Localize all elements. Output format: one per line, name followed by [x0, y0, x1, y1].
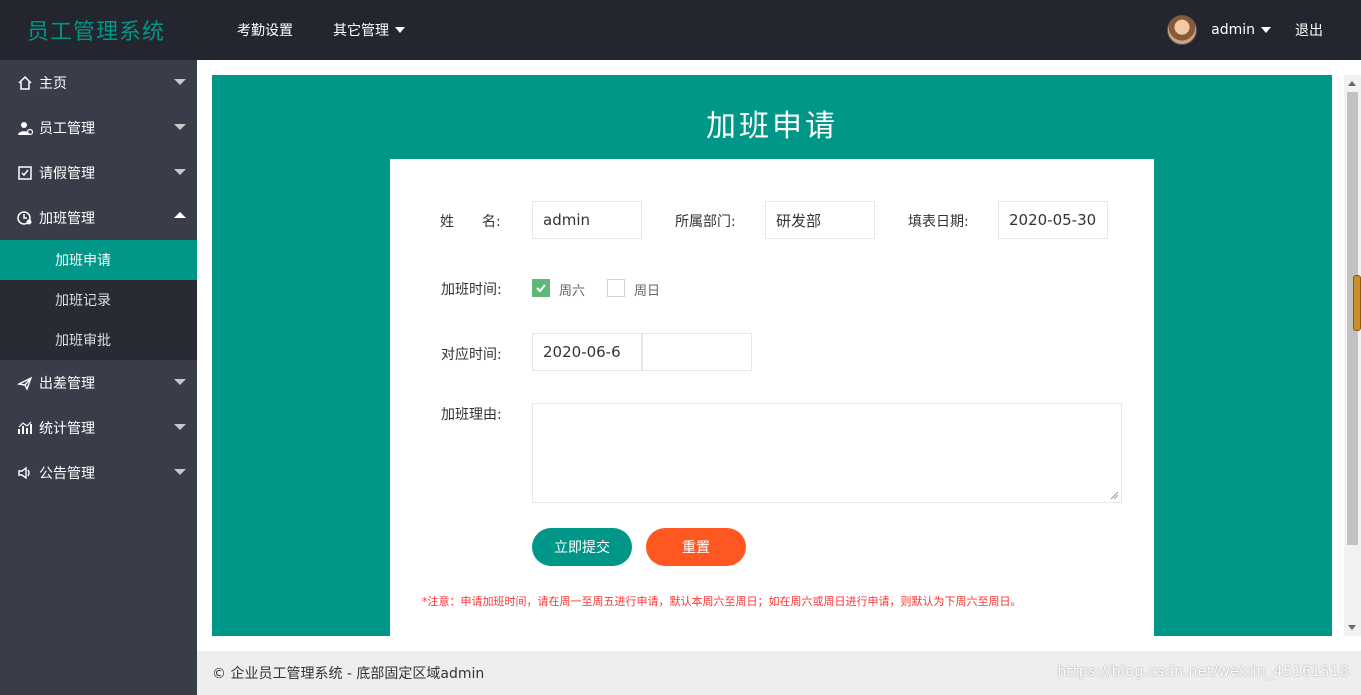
- chevron-up-icon: [174, 212, 186, 218]
- sidebar-item-announcement[interactable]: 公告管理: [0, 450, 197, 495]
- sidebar-item-business-trip[interactable]: 出差管理: [0, 360, 197, 405]
- check-icon: [536, 284, 546, 293]
- sidebar-item-statistics[interactable]: 统计管理: [0, 405, 197, 450]
- corresponding-date-field-2[interactable]: [642, 333, 752, 371]
- nav-attendance-settings[interactable]: 考勤设置: [237, 20, 293, 40]
- scroll-up-icon[interactable]: [1348, 81, 1356, 86]
- side-drag-handle[interactable]: [1353, 275, 1361, 331]
- sidebar-item-label: 公告管理: [39, 465, 95, 482]
- chevron-down-icon: [174, 79, 186, 85]
- sidebar-subitem-overtime-approval[interactable]: 加班审批: [0, 320, 197, 360]
- resize-handle-icon[interactable]: [1110, 491, 1119, 500]
- name-label: 姓 名:: [440, 214, 501, 230]
- notice-text: *注意：申请加班时间，请在周一至周五进行申请，默认本周六至周日；如在周六或周日进…: [422, 595, 1022, 608]
- leave-icon: [16, 164, 34, 182]
- main-area: 加班申请 姓 名: admin 所属部门: 研发部 填表日期: 2020-05-…: [197, 60, 1361, 651]
- saturday-label[interactable]: 周六: [559, 280, 585, 299]
- dept-label: 所属部门:: [675, 214, 736, 230]
- username: admin: [1211, 22, 1255, 38]
- reset-button[interactable]: 重置: [646, 528, 746, 566]
- chevron-down-icon: [1261, 27, 1271, 33]
- name-field[interactable]: admin: [532, 201, 642, 239]
- nav-other-management[interactable]: 其它管理: [333, 20, 405, 40]
- user-menu[interactable]: admin: [1211, 22, 1271, 38]
- sidebar-item-label: 主页: [39, 75, 67, 92]
- footer-text: © 企业员工管理系统 - 底部固定区域admin: [212, 666, 485, 682]
- app-logo[interactable]: 员工管理系统: [27, 14, 165, 46]
- submit-button[interactable]: 立即提交: [532, 528, 632, 566]
- sidebar: 主页 员工管理 请假管理 加班管理 加班申请 加班记录 加班审批 出差管理 统计…: [0, 60, 197, 695]
- top-nav: 考勤设置 其它管理: [237, 0, 445, 60]
- chevron-down-icon: [174, 424, 186, 430]
- corresponding-date-field[interactable]: 2020-06-6: [532, 333, 642, 371]
- page-title: 加班申请: [706, 109, 838, 144]
- chevron-down-icon: [174, 169, 186, 175]
- nav-attendance-settings-label: 考勤设置: [237, 23, 293, 39]
- saturday-checkbox[interactable]: [532, 279, 550, 297]
- vertical-scrollbar[interactable]: [1344, 75, 1361, 636]
- chevron-down-icon: [395, 27, 405, 33]
- sunday-checkbox[interactable]: [607, 279, 625, 297]
- avatar[interactable]: [1167, 15, 1198, 45]
- content-panel: 加班申请 姓 名: admin 所属部门: 研发部 填表日期: 2020-05-…: [212, 75, 1332, 636]
- sidebar-item-label: 出差管理: [39, 375, 95, 392]
- watermark: https://blog.csdn.net/weixin_45161518: [1057, 664, 1349, 680]
- chart-icon: [16, 419, 34, 437]
- date-field[interactable]: 2020-05-30: [998, 201, 1108, 239]
- reason-label: 加班理由:: [441, 407, 502, 423]
- overtime-submenu: 加班申请 加班记录 加班审批: [0, 240, 197, 360]
- speaker-icon: [16, 464, 34, 482]
- sidebar-item-label: 统计管理: [39, 420, 95, 437]
- dept-field[interactable]: 研发部: [765, 201, 875, 239]
- chevron-down-icon: [174, 469, 186, 475]
- sidebar-item-label: 员工管理: [39, 120, 95, 137]
- home-icon: [16, 74, 34, 92]
- chevron-down-icon: [174, 379, 186, 385]
- sidebar-subitem-overtime-apply[interactable]: 加班申请: [0, 240, 197, 280]
- scroll-down-icon[interactable]: [1348, 625, 1356, 630]
- sidebar-item-employee[interactable]: 员工管理: [0, 105, 197, 150]
- nav-other-management-label: 其它管理: [333, 23, 389, 39]
- sunday-label[interactable]: 周日: [634, 280, 660, 299]
- sidebar-item-leave[interactable]: 请假管理: [0, 150, 197, 195]
- plane-icon: [16, 374, 34, 392]
- top-header: 员工管理系统 考勤设置 其它管理 admin 退出: [0, 0, 1361, 60]
- sidebar-item-label: 请假管理: [39, 165, 95, 182]
- sidebar-item-home[interactable]: 主页: [0, 60, 197, 105]
- chevron-down-icon: [174, 124, 186, 130]
- user-area: admin 退出: [1167, 0, 1323, 60]
- user-icon: [16, 119, 34, 137]
- sidebar-subitem-overtime-records[interactable]: 加班记录: [0, 280, 197, 320]
- overtime-icon: [16, 209, 34, 227]
- sidebar-item-overtime[interactable]: 加班管理: [0, 195, 197, 240]
- sidebar-item-label: 加班管理: [39, 210, 95, 227]
- date-label: 填表日期:: [908, 214, 969, 230]
- overtime-form: 姓 名: admin 所属部门: 研发部 填表日期: 2020-05-30 加班…: [390, 159, 1154, 636]
- logout-link[interactable]: 退出: [1295, 20, 1323, 40]
- reason-textarea[interactable]: [532, 403, 1122, 503]
- overtime-time-label: 加班时间:: [441, 282, 502, 298]
- corresponding-time-label: 对应时间:: [441, 347, 502, 363]
